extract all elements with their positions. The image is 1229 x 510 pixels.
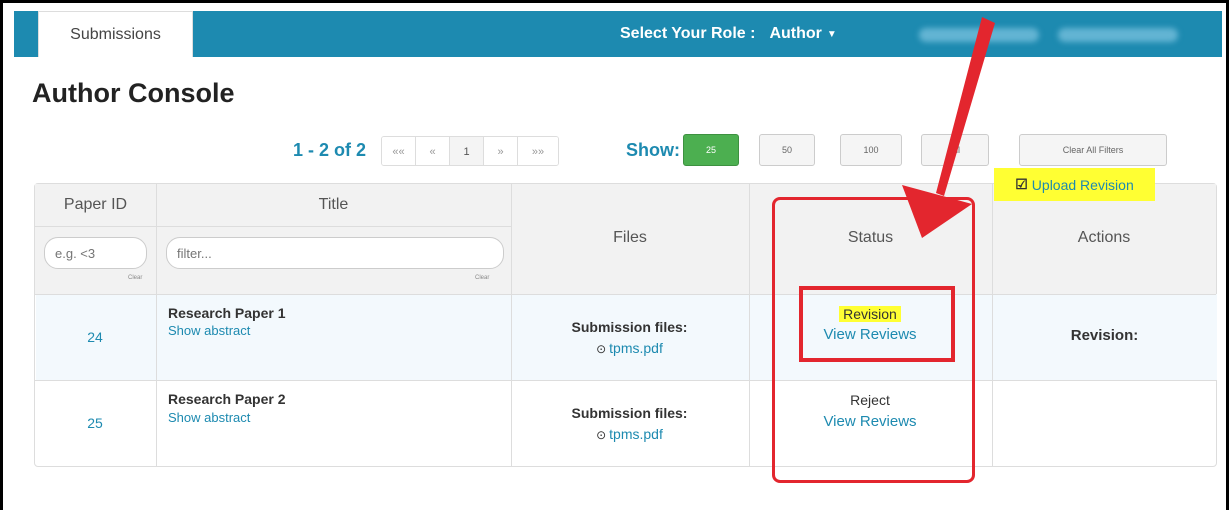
annotation-arrow-icon (902, 17, 995, 238)
screenshot-frame: Submissions Select Your Role : Author ▼ … (0, 0, 1229, 510)
